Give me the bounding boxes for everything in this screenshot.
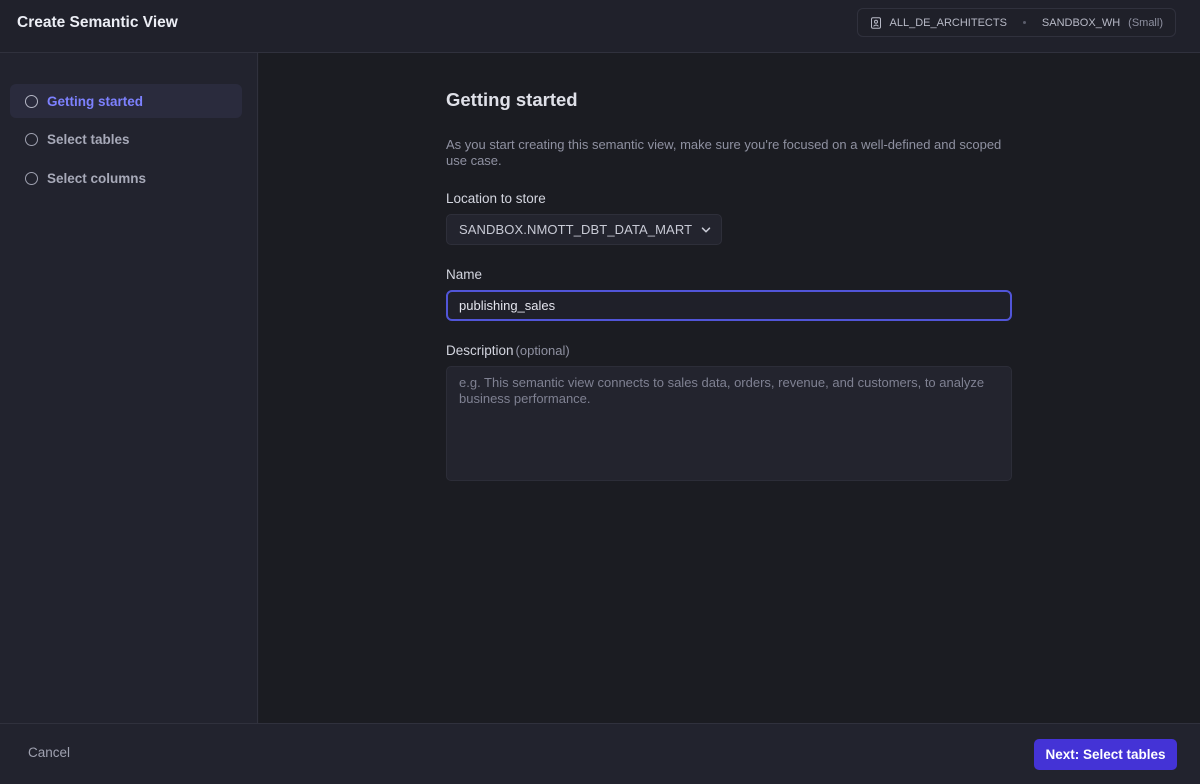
next-button[interactable]: Next: Select tables	[1034, 739, 1177, 770]
step-getting-started[interactable]: Getting started	[10, 84, 242, 118]
name-input[interactable]	[446, 290, 1012, 321]
cancel-button[interactable]: Cancel	[28, 745, 70, 760]
intro-text: As you start creating this semantic view…	[446, 137, 1002, 168]
name-label: Name	[446, 267, 483, 282]
location-value: SANDBOX.NMOTT_DBT_DATA_MART	[459, 222, 693, 237]
location-select[interactable]: SANDBOX.NMOTT_DBT_DATA_MART	[446, 214, 722, 245]
warehouse-size: (Small)	[1128, 16, 1163, 29]
user-badge-icon	[870, 16, 881, 29]
step-select-tables[interactable]: Select tables	[10, 122, 242, 156]
separator-dot	[1022, 21, 1026, 24]
step-circle-icon	[25, 132, 38, 146]
steps-sidebar: Getting started Select tables Select col…	[0, 53, 258, 723]
step-label: Select tables	[47, 131, 130, 147]
description-textarea[interactable]	[446, 366, 1012, 481]
description-label-text: Description	[446, 343, 514, 358]
step-circle-icon	[25, 171, 38, 185]
modal-header: Create Semantic View ALL_DE_ARCHITECTS S…	[0, 0, 1200, 53]
modal-footer: Cancel Next: Select tables	[0, 723, 1200, 784]
location-label: Location to store	[446, 191, 546, 206]
context-selector[interactable]: ALL_DE_ARCHITECTS SANDBOX_WH (Small)	[856, 8, 1176, 37]
step-select-columns[interactable]: Select columns	[10, 161, 242, 195]
role-name: ALL_DE_ARCHITECTS	[889, 16, 1007, 29]
description-label: Description (optional)	[446, 343, 570, 358]
modal-title: Create Semantic View	[17, 14, 178, 31]
warehouse-name: SANDBOX_WH	[1041, 16, 1121, 29]
step-label: Getting started	[47, 93, 144, 109]
main-content: Getting started As you start creating th…	[259, 53, 1200, 723]
step-circle-icon	[25, 94, 38, 108]
page-title: Getting started	[446, 89, 578, 110]
step-label: Select columns	[47, 170, 147, 186]
chevron-down-icon	[701, 227, 711, 233]
optional-tag: (optional)	[515, 343, 570, 358]
